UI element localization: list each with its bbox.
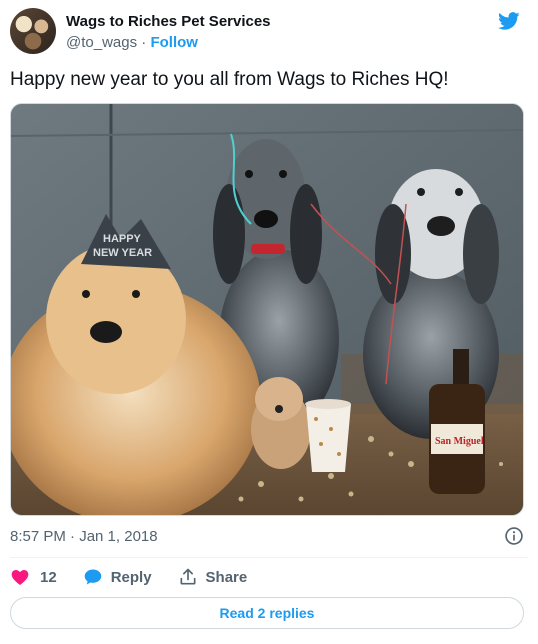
photo-illustration: HAPPY NEW YEAR San Miguel (11, 104, 523, 515)
reply-button[interactable]: Reply (83, 567, 152, 587)
author-handle[interactable]: @to_wags (66, 34, 137, 51)
tweet-header: Wags to Riches Pet Services @to_wags · F… (10, 6, 530, 56)
speech-bubble-icon (84, 569, 102, 585)
follow-button[interactable]: Follow (150, 34, 198, 51)
divider (10, 557, 528, 558)
bottle-label: San Miguel (435, 436, 484, 447)
share-label: Share (205, 568, 248, 586)
heart-icon (11, 570, 29, 585)
share-upload-icon (180, 568, 196, 585)
tweet-text: Happy new year to you all from Wags to R… (10, 69, 449, 90)
author-name[interactable]: Wags to Riches Pet Services (66, 13, 271, 30)
party-cup (305, 399, 351, 472)
share-button[interactable]: Share (178, 567, 248, 587)
like-button[interactable]: 12 (10, 567, 57, 587)
action-bar: 12 Reply Share (10, 566, 247, 588)
timestamp[interactable]: 8:57 PM · Jan 1, 2018 (10, 528, 158, 545)
handle-row: @to_wags · Follow (66, 34, 198, 51)
avatar[interactable] (10, 8, 56, 54)
tweet-photo[interactable]: HAPPY NEW YEAR San Miguel (10, 103, 524, 516)
info-icon[interactable] (504, 526, 524, 546)
hat-text-line2: NEW YEAR (93, 247, 152, 259)
like-count: 12 (40, 568, 57, 586)
tweet-card: Wags to Riches Pet Services @to_wags · F… (0, 0, 538, 644)
read-replies-button[interactable]: Read 2 replies (10, 597, 524, 629)
separator: · (137, 34, 151, 51)
reply-label: Reply (110, 568, 152, 586)
twitter-bird-icon[interactable] (496, 10, 522, 32)
hat-text-line1: HAPPY (103, 233, 142, 245)
